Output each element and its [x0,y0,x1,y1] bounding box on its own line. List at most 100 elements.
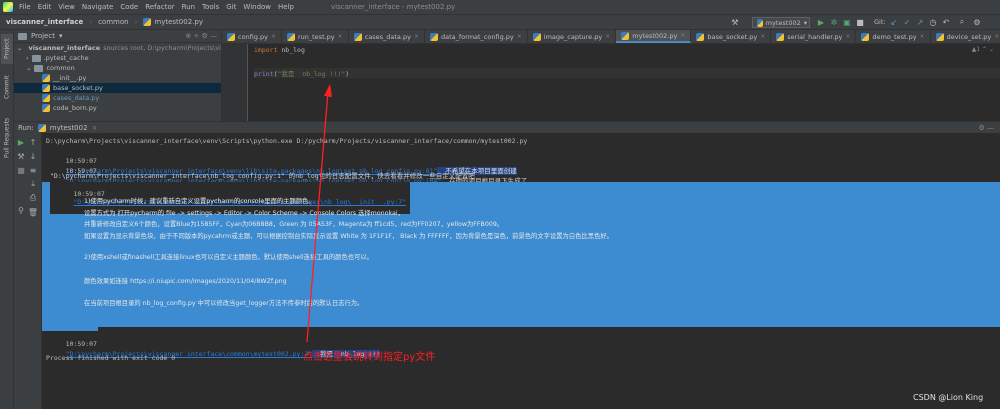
code-line-4: print("我是 nb_log !!!") [254,68,1000,78]
tab-config[interactable]: config.py × [222,30,282,43]
run-icon[interactable]: ▶ [816,17,826,27]
console-output[interactable]: D:\pycharm\Projects\viscanner_interface\… [42,133,1000,409]
tree-item-label: cases_data.py [53,94,100,102]
editor-gutter [222,44,248,121]
run-config-select[interactable]: mytest002 ▾ [752,17,810,28]
pull-requests-tool-tab[interactable]: Pull Requests [1,110,13,166]
menu-edit[interactable]: Edit [38,3,52,11]
stop-icon[interactable]: ■ [855,17,865,27]
tab-data-format-config[interactable]: data_format_config.py × [425,30,528,43]
menu-window[interactable]: Window [243,3,271,11]
tab-cases-data[interactable]: cases_data.py × [349,30,425,43]
tree-item-base-socket[interactable]: base_socket.py [14,83,221,93]
code-string: "我是 nb_log !!!" [277,70,346,78]
close-icon[interactable]: × [680,32,685,39]
close-icon[interactable]: × [845,33,850,40]
git-update-icon[interactable]: ↙ [889,17,899,27]
soft-wrap-icon[interactable]: ≡ [28,165,38,175]
breadcrumb-folder[interactable]: common [92,18,135,26]
python-file-icon [42,84,50,92]
close-icon[interactable]: × [338,33,343,40]
tree-item-path: sources root, D:\pycharm\Projects\viscan… [103,44,221,52]
code-editor[interactable]: import nb_log print("我是 nb_log !!!") ▲1 … [248,44,1000,121]
project-header-label[interactable]: Project [31,32,55,40]
menu-tools[interactable]: Tools [202,3,219,11]
project-tool-tab[interactable]: Project [1,34,13,64]
history-icon[interactable]: ◷ [928,17,938,27]
chevron-down-icon[interactable]: ▾ [59,32,63,40]
tree-item-label: base_socket.py [53,84,103,92]
breadcrumb-file[interactable]: mytest002.py [137,18,209,26]
git-push-icon[interactable]: ↗ [915,17,925,27]
close-icon[interactable]: × [414,33,419,40]
tab-device-set[interactable]: device_set.py × [931,30,1000,43]
menu-run[interactable]: Run [182,3,195,11]
tree-item-label: viscanner_interface [28,44,101,52]
tree-item-cases-data[interactable]: cases_data.py [14,93,221,103]
folder-icon [31,54,41,62]
run-panel-header: Run: mytest002 × ⚙ — [14,121,1000,133]
close-icon[interactable]: × [920,33,925,40]
panel-options-icon[interactable]: ⚙ — [978,124,994,132]
menu-refactor[interactable]: Refactor [145,3,174,11]
window-title: viscanner_interface - mytest002.py [331,3,456,11]
commit-tool-tab[interactable]: Commit [1,70,13,104]
selection-tail [42,327,98,331]
tab-base-socket[interactable]: base_socket.py × [691,30,772,43]
trash-icon[interactable]: 🗑 [28,207,38,217]
chevron-down-icon: ⌄ [26,64,32,72]
pin-icon[interactable]: ⚲ [16,205,26,215]
chevron-down-icon: ⌄ [17,44,23,52]
tree-item-pytest-cache[interactable]: › .pytest_cache [14,53,221,63]
down-arrow-icon[interactable]: ↓ [28,151,38,161]
debug-icon[interactable]: ✲ [829,17,839,27]
close-icon[interactable]: × [92,124,98,132]
tree-item-common[interactable]: ⌄ common [14,63,221,73]
tree-item-root[interactable]: ⌄ viscanner_interface sources root, D:\p… [14,43,221,53]
panel-options-icon[interactable]: ⊕ ÷ ⚙ — [185,32,217,40]
coverage-icon[interactable]: ▣ [842,17,852,27]
close-icon[interactable]: × [760,33,765,40]
log-time: 10:59:07 [65,340,97,348]
wrench-icon[interactable]: ⚒ [16,151,26,161]
breadcrumb-project[interactable]: viscanner_interface [0,18,89,26]
close-icon[interactable]: × [517,33,522,40]
menu-view[interactable]: View [58,3,75,11]
python-file-icon [42,74,50,82]
menu-file[interactable]: File [19,3,31,11]
search-icon[interactable]: ⌕ [957,17,967,27]
close-icon[interactable]: × [271,33,276,40]
menu-code[interactable]: Code [120,3,138,11]
up-arrow-icon[interactable]: ↑ [28,137,38,147]
menu-help[interactable]: Help [278,3,294,11]
rollback-icon[interactable]: ↶ [941,17,951,27]
inspection-widget-icon[interactable]: ▲1 ⌃ ⌄ [972,46,994,53]
tree-item-label: common [46,64,75,72]
tab-serial-handler[interactable]: serial_handler.py × [771,30,857,43]
menu-git[interactable]: Git [226,3,236,11]
close-icon[interactable]: × [605,33,610,40]
tree-item-init[interactable]: __init__.py [14,73,221,83]
scroll-to-end-icon[interactable]: ⤓ [28,179,38,189]
git-commit-icon[interactable]: ✓ [902,17,912,27]
tab-image-capture[interactable]: image_capture.py × [528,30,617,43]
close-icon[interactable]: × [994,33,999,40]
python-file-icon [757,18,763,27]
python-file-icon [532,32,541,41]
tree-item-code-born[interactable]: code_born.py [14,103,221,113]
watermark: CSDN @Lion King [913,393,984,402]
rerun-icon[interactable]: ▶ [16,137,26,147]
tab-label: serial_handler.py [787,32,843,41]
menu-navigate[interactable]: Navigate [82,3,113,11]
console-log-line: "D:\pycharm\Projects\viscanner_interface… [50,172,475,180]
stop-icon[interactable]: ■ [16,165,26,175]
print-icon[interactable]: ⎙ [28,193,38,203]
hammer-icon[interactable]: ⚒ [730,17,740,27]
tab-mytest002[interactable]: mytest002.py × [616,30,692,43]
tab-demo-test[interactable]: demo_test.py × [856,30,931,43]
tab-run-test[interactable]: run_test.py × [282,30,349,43]
process-exit-message: Process finished with exit code 0 [46,354,176,362]
run-tab-label[interactable]: mytest002 [50,124,88,132]
gear-icon[interactable]: ⚙ [972,17,982,27]
python-file-icon [37,123,46,132]
